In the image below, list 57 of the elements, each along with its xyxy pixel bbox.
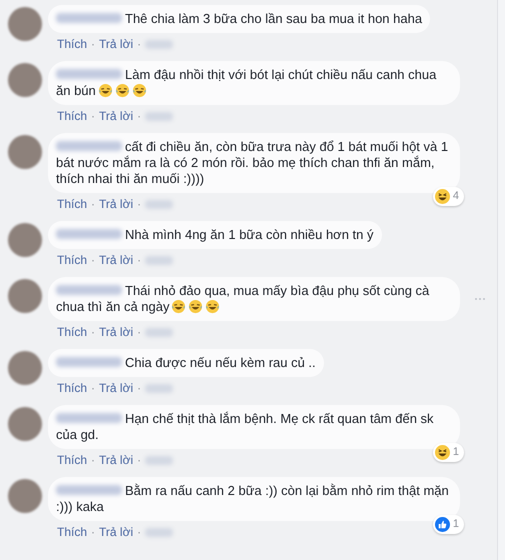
avatar-placeholder[interactable] [8, 351, 42, 385]
comment-text: cất đi chiều ăn, còn bữa trưa này đổ 1 bát muối hột và 1 bát nước mắm ra là có 2 món rồi. bảo mẹ thích chan thfi ăn mắm, thích nhai thi ăn muối :)))) [56, 139, 452, 187]
comment-text: Thê chia làm 3 bữa cho lần sau ba mua it hon haha [56, 11, 422, 27]
blurred-timestamp [145, 112, 174, 121]
like-link[interactable]: Thích [57, 453, 88, 468]
comment-text: Chia được nếu nếu kèm rau củ .. [56, 355, 316, 371]
comment-text: Bằm ra nấu canh 2 bữa :)) còn lại bằm nhỏ rim thật mặn :))) kaka [56, 483, 452, 515]
separator-dot: · [137, 197, 142, 212]
like-link[interactable]: Thích [57, 253, 88, 268]
avatar-placeholder[interactable] [8, 479, 42, 513]
reply-link[interactable]: Trả lời [99, 37, 134, 52]
reply-link[interactable]: Trả lời [99, 325, 134, 340]
separator-dot: · [137, 453, 142, 468]
reply-link[interactable]: Trả lời [99, 525, 134, 540]
separator-dot: · [91, 525, 96, 540]
separator-dot: · [91, 197, 96, 212]
like-link[interactable]: Thích [57, 37, 88, 52]
like-link[interactable]: Thích [57, 381, 88, 396]
separator-dot: · [91, 37, 96, 52]
avatar-placeholder[interactable] [8, 135, 42, 169]
avatar-placeholder[interactable] [8, 279, 42, 313]
reaction-count[interactable]: 1 [432, 515, 464, 534]
separator-dot: · [137, 37, 142, 52]
reply-link[interactable]: Trả lời [99, 453, 134, 468]
separator-dot: · [91, 109, 96, 124]
like-link[interactable]: Thích [57, 197, 88, 212]
avatar-placeholder[interactable] [8, 407, 42, 441]
like-link[interactable]: Thích [57, 109, 88, 124]
reply-link[interactable]: Trả lời [99, 381, 134, 396]
reply-link[interactable]: Trả lời [99, 109, 134, 124]
separator-dot: · [137, 109, 142, 124]
separator-dot: · [137, 325, 142, 340]
blurred-timestamp [145, 200, 174, 209]
comment-text: Hạn chế thịt thà lắm bệnh. Mẹ ck rất quan tâm đến sk của gd. [56, 411, 452, 443]
reply-link[interactable]: Trả lời [99, 197, 134, 212]
comment-text: Nhà mình 4ng ăn 1 bữa còn nhiều hơn tn ý [56, 227, 374, 243]
reply-link[interactable]: Trả lời [99, 253, 134, 268]
separator-dot: · [137, 253, 142, 268]
blurred-timestamp [145, 256, 174, 265]
separator-dot: · [91, 325, 96, 340]
reaction-count[interactable]: 1 [432, 443, 464, 462]
separator-dot: · [91, 381, 96, 396]
like-link[interactable]: Thích [57, 325, 88, 340]
blurred-timestamp [145, 328, 174, 337]
blurred-timestamp [145, 456, 174, 465]
separator-dot: · [91, 453, 96, 468]
separator-dot: · [137, 381, 142, 396]
like-link[interactable]: Thích [57, 525, 88, 540]
blurred-timestamp [145, 384, 174, 393]
separator-dot: · [137, 525, 142, 540]
blurred-timestamp [145, 40, 174, 49]
avatar-placeholder[interactable] [8, 223, 42, 257]
reaction-count[interactable]: 4 [432, 187, 464, 206]
avatar-placeholder[interactable] [8, 63, 42, 97]
separator-dot: · [91, 253, 96, 268]
avatar-placeholder[interactable] [8, 7, 42, 41]
blurred-timestamp [145, 528, 174, 537]
